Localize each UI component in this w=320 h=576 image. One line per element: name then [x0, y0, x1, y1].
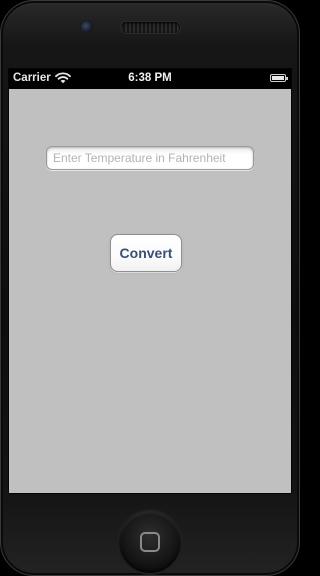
front-camera [81, 21, 93, 33]
home-button[interactable] [119, 511, 181, 573]
battery-level-fill [272, 76, 284, 80]
temperature-input[interactable] [46, 146, 254, 170]
earpiece-speaker [121, 22, 180, 33]
status-time: 6:38 PM [128, 72, 172, 84]
battery-icon [270, 74, 288, 82]
simulator-screen: Carrier 6:38 PM Convert [9, 69, 291, 493]
home-square-icon [140, 532, 160, 552]
status-bar: Carrier 6:38 PM [9, 69, 291, 88]
convert-button[interactable]: Convert [110, 234, 182, 272]
iphone-device-frame: Carrier 6:38 PM Convert [0, 0, 300, 576]
main-view: Convert [9, 89, 291, 493]
